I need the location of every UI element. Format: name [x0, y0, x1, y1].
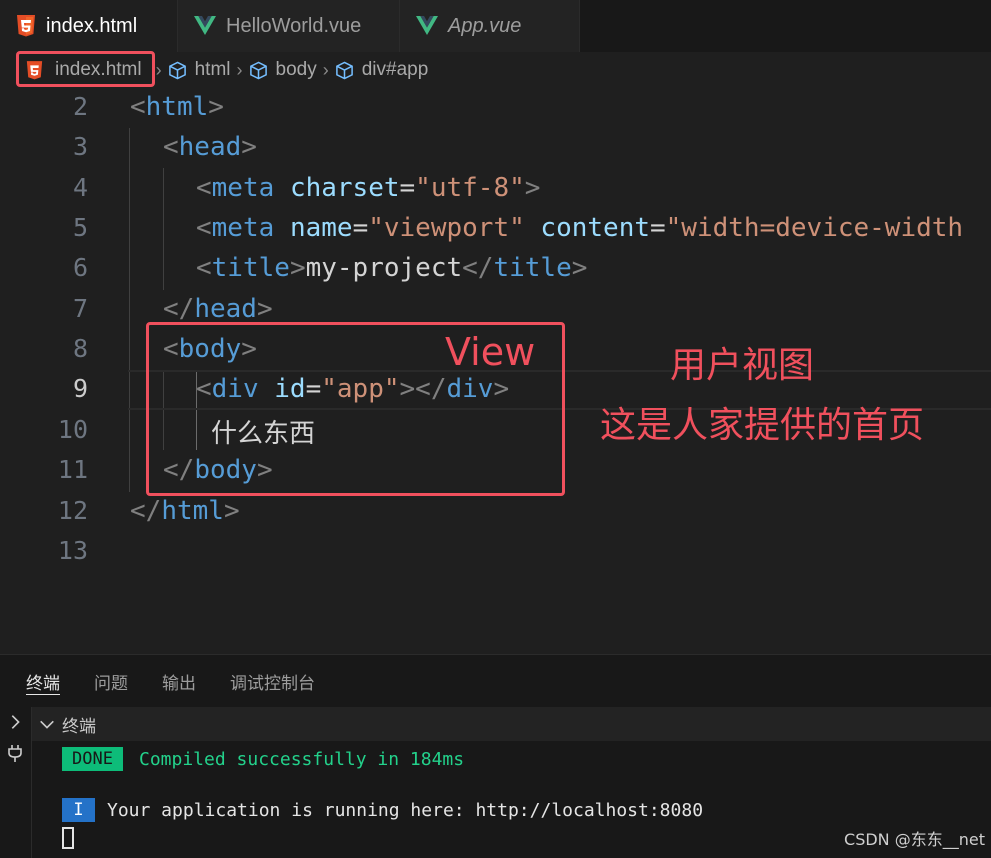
editor-tab-bar: index.html HelloWorld.vue App.vue	[0, 0, 991, 52]
attr-name: charset	[289, 173, 400, 203]
code-editor[interactable]: 2 <html> 3 <head> 4 <meta charset="utf-8…	[0, 88, 991, 654]
attr-name: content	[540, 213, 650, 243]
line-number: 7	[72, 294, 88, 323]
tab-output[interactable]: 输出	[162, 655, 196, 707]
line-number: 10	[57, 415, 88, 444]
tab-label: index.html	[46, 14, 138, 37]
code-line: 6 <title>my-project</title>	[0, 249, 991, 289]
tab-debug-console[interactable]: 调试控制台	[230, 655, 315, 707]
terminal-side-strip	[0, 707, 32, 858]
tab-helloworld-vue[interactable]: HelloWorld.vue	[178, 0, 400, 52]
panel-tabs: 终端 问题 输出 调试控制台	[0, 655, 991, 707]
chevron-right-icon: ›	[236, 59, 243, 80]
tag-name: head	[194, 294, 257, 324]
cube-icon	[168, 61, 186, 79]
attr-value: "utf-8"	[415, 173, 525, 203]
breadcrumb-item-label: html	[194, 59, 231, 80]
attr-value: "width=device-width	[665, 213, 964, 243]
annotation-home-page: 这是人家提供的首页	[600, 405, 925, 446]
watermark: CSDN @东东__net	[844, 830, 985, 849]
breadcrumb-item-label: div#app	[361, 59, 429, 80]
tab-label: App.vue	[448, 14, 522, 37]
line-number: 6	[72, 253, 88, 282]
breadcrumb-item-label: body	[275, 59, 317, 80]
line-number: 12	[57, 496, 88, 525]
line-number: 13	[57, 536, 88, 565]
line-number: 9	[72, 374, 88, 403]
info-badge: I	[62, 798, 95, 822]
element-text: my-project	[305, 253, 463, 283]
vue-icon	[194, 16, 216, 35]
annotation-user-view: 用户视图	[670, 345, 815, 386]
chevron-right-icon: ›	[155, 59, 162, 80]
cube-icon	[249, 61, 267, 79]
code-line: 3 <head>	[0, 128, 991, 168]
tab-problems[interactable]: 问题	[94, 655, 128, 707]
annotation-box-filename	[16, 51, 155, 87]
line-number: 3	[72, 132, 88, 161]
line-number: 4	[72, 173, 88, 202]
chevron-down-icon	[40, 720, 54, 729]
chevron-right-icon[interactable]	[6, 713, 24, 731]
done-badge: DONE	[62, 747, 123, 771]
running-message: Your application is running here: http:/…	[107, 800, 704, 821]
terminal-cursor	[62, 827, 74, 849]
line-number: 8	[72, 334, 88, 363]
tag-name: head	[178, 132, 242, 162]
tag-name: html	[161, 496, 224, 526]
breadcrumb-item-html[interactable]: html	[168, 59, 231, 81]
code-line: 2 <html>	[0, 88, 991, 128]
line-number: 11	[57, 455, 88, 484]
tab-index-html[interactable]: index.html	[0, 0, 178, 52]
line-number: 5	[72, 213, 88, 242]
bottom-panel: 终端 问题 输出 调试控制台 终端 DONE Compiled successf…	[0, 654, 991, 858]
code-line: 12 </html>	[0, 492, 991, 532]
breadcrumb-item-body[interactable]: body	[249, 59, 317, 81]
tab-terminal[interactable]: 终端	[26, 655, 60, 707]
cube-icon	[335, 61, 353, 79]
tag-name: title	[493, 253, 572, 283]
code-line: 5 <meta name="viewport" content="width=d…	[0, 209, 991, 249]
vue-icon	[416, 16, 438, 35]
code-line: 4 <meta charset="utf-8">	[0, 169, 991, 209]
tag-name: meta	[211, 213, 275, 243]
annotation-view-label: View	[445, 330, 536, 374]
compiled-message: Compiled successfully in 184ms	[139, 749, 465, 770]
tag-name: meta	[211, 173, 275, 203]
html5-icon	[17, 15, 35, 37]
attr-value: "viewport"	[368, 213, 525, 243]
tab-app-vue[interactable]: App.vue	[400, 0, 580, 52]
attr-name: name	[289, 213, 353, 243]
tab-label: HelloWorld.vue	[226, 14, 362, 37]
line-number: 2	[72, 92, 88, 121]
tag-name: title	[211, 253, 290, 283]
terminal-title: 终端	[62, 716, 96, 737]
code-line: 13	[0, 532, 991, 572]
breadcrumb-item-div-app[interactable]: div#app	[335, 59, 429, 81]
plug-icon[interactable]	[5, 743, 25, 763]
tag-name: html	[145, 92, 209, 122]
chevron-right-icon: ›	[322, 59, 329, 80]
terminal-header[interactable]: 终端	[32, 707, 991, 741]
